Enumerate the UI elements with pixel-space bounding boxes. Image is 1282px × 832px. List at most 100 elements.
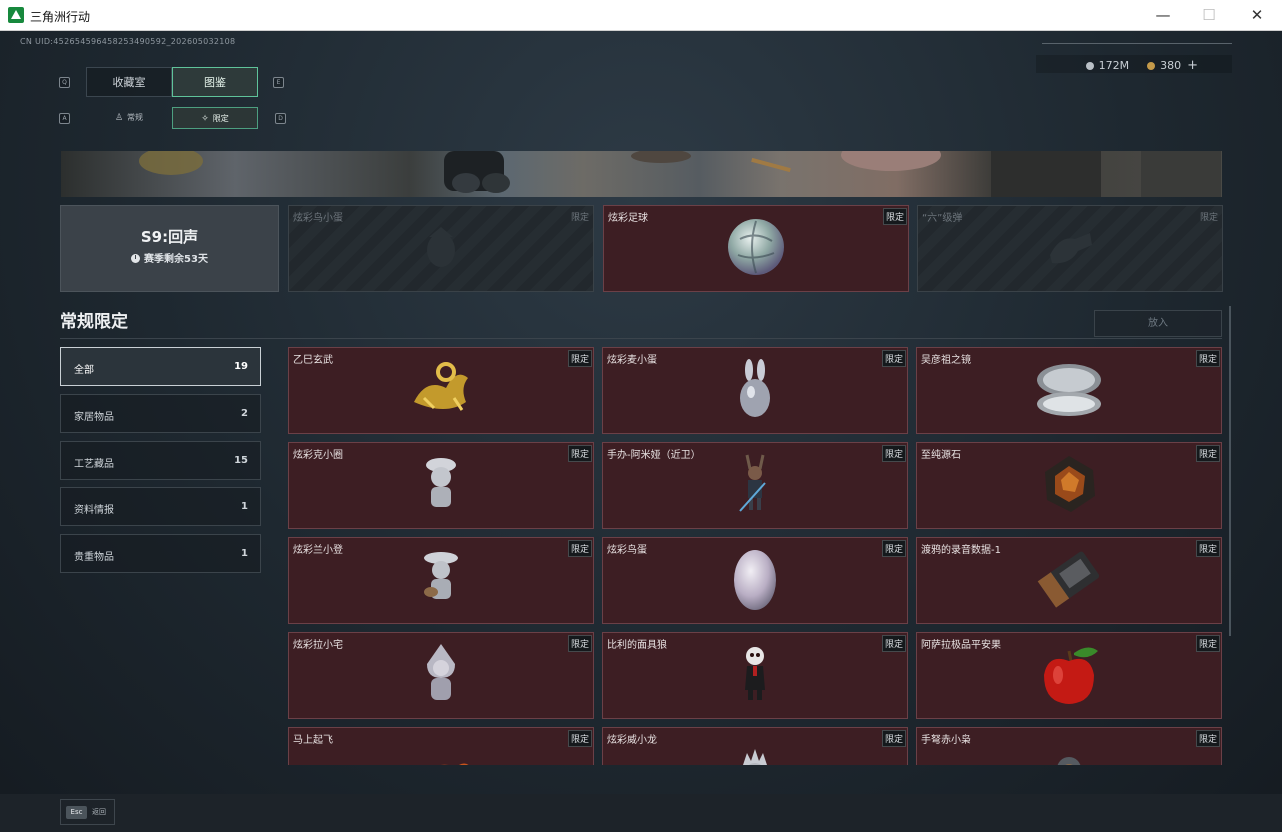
card-name: 比利的面具狼 [607, 640, 667, 651]
category-intel[interactable]: 资料情报 1 [60, 487, 261, 526]
card-name: 吴彦祖之镜 [921, 355, 971, 366]
category-all[interactable]: 全部 19 [60, 347, 261, 386]
category-crafts[interactable]: 工艺藏品 15 [60, 441, 261, 480]
category-label: 贵重物品 [74, 552, 114, 563]
item-card[interactable]: 吴彦祖之镜 限定 [916, 347, 1222, 434]
item-card[interactable]: 炫彩拉小宅 限定 [288, 632, 594, 719]
item-grid: 乙巳玄武 限定 炫彩麦小蛋 限定 吴彦祖之镜 限定 炫彩克小圈 限定 手办-阿米娅（近卫… [280, 339, 1230, 765]
key-d-hint: D [275, 113, 286, 124]
card-name: 炫彩威小龙 [607, 735, 657, 746]
item-card[interactable]: 炫彩威小龙 限定 [602, 727, 908, 765]
item-card[interactable]: 阿萨拉极品平安果 限定 [916, 632, 1222, 719]
amiya-figure-icon [739, 454, 766, 512]
limited-tag: 限定 [567, 730, 592, 747]
category-valuables[interactable]: 贵重物品 1 [60, 534, 261, 573]
card-name: 炫彩兰小登 [293, 545, 343, 556]
put-in-button[interactable]: 放入 [1094, 310, 1222, 337]
card-name: 炫彩克小圈 [293, 450, 343, 461]
item-card[interactable]: 手办-阿米娅（近卫） 限定 [602, 442, 908, 529]
item-card[interactable]: 炫彩鸟蛋 限定 [602, 537, 908, 624]
section-title: 常规限定 [60, 312, 128, 332]
hooded-figure-icon [427, 643, 455, 700]
minimize-button[interactable]: — [1140, 0, 1186, 31]
hand-grenade-silhouette-icon [1050, 232, 1092, 264]
bottom-bar [0, 794, 1282, 832]
card-name: 炫彩麦小蛋 [607, 355, 657, 366]
card-name: 手弩赤小枭 [921, 735, 971, 746]
card-name: 至纯源石 [921, 450, 961, 461]
silver-coin-icon [1085, 62, 1094, 70]
featured-card[interactable]: 炫彩足球 限定 [603, 205, 909, 292]
category-label: 全部 [74, 365, 94, 376]
item-card[interactable]: 乙巳玄武 限定 [288, 347, 594, 434]
window-title: 三角洲行动 [30, 10, 91, 24]
item-card[interactable]: 炫彩麦小蛋 限定 [602, 347, 908, 434]
category-label: 工艺藏品 [74, 459, 114, 470]
limited-tag: 限定 [1195, 730, 1220, 747]
player-uid: CN UID:452654596458253490592_20260503210… [20, 37, 236, 46]
limited-tag: 限定 [567, 540, 592, 557]
category-count: 1 [241, 548, 248, 559]
item-card[interactable]: 至纯源石 限定 [916, 442, 1222, 529]
window-titlebar: 三角洲行动 — ☐ ✕ [0, 0, 1282, 31]
category-count: 2 [241, 408, 248, 419]
add-currency-button[interactable]: + [1187, 58, 1198, 73]
limited-tag: 限定 [567, 635, 592, 652]
flying-horse-icon [439, 763, 469, 765]
limited-tag: 限定 [567, 445, 592, 462]
limited-tag: 限定 [1195, 445, 1220, 462]
limited-tag: 限定 [882, 208, 907, 225]
tab-regular[interactable]: ♙ 常规 [86, 107, 172, 129]
maximize-button[interactable]: ☐ [1186, 0, 1232, 31]
item-card[interactable]: 手弩赤小枭 限定 [916, 727, 1222, 765]
limited-tag: 限定 [881, 730, 906, 747]
card-name: 马上起飞 [293, 735, 333, 746]
category-count: 19 [234, 361, 248, 372]
card-name: 渡鸦的录音数据-1 [921, 545, 1001, 556]
limited-tag: 限定 [1199, 213, 1218, 223]
billy-puppet-icon [745, 646, 765, 700]
iridescent-egg-icon [734, 549, 776, 610]
item-card[interactable]: 炫彩兰小登 限定 [288, 537, 594, 624]
bunny-egg-icon [740, 358, 770, 417]
category-home-items[interactable]: 家居物品 2 [60, 394, 261, 433]
silver-amount: 172M [1098, 59, 1130, 72]
limited-tag: 限定 [1195, 540, 1220, 557]
figure-with-hat-icon [426, 457, 456, 507]
cassette-tape-icon [1037, 551, 1100, 608]
sombrero-figure-icon [424, 551, 458, 599]
card-name: 炫彩拉小宅 [293, 640, 343, 651]
card-name: 乙巳玄武 [293, 355, 333, 366]
regular-icon: ♙ [114, 113, 124, 123]
category-count: 15 [234, 455, 248, 466]
originium-stone-icon [1045, 455, 1095, 512]
grid-scrollbar[interactable] [1229, 306, 1231, 636]
tab-catalog[interactable]: 图鉴 [172, 67, 258, 97]
banner-art [139, 151, 1221, 197]
card-name: 炫彩足球 [608, 213, 648, 224]
season-title: S9:回声 [140, 228, 199, 246]
limited-icon: ✧ [201, 114, 209, 124]
limited-tag: 限定 [881, 635, 906, 652]
limited-tag: 限定 [1195, 350, 1220, 367]
category-label: 资料情报 [74, 505, 114, 516]
close-button[interactable]: ✕ [1234, 0, 1280, 31]
category-label: 家居物品 [74, 412, 114, 423]
item-card[interactable]: 炫彩克小圈 限定 [288, 442, 594, 529]
red-apple-icon [1044, 647, 1098, 704]
back-label: 返回 [92, 808, 106, 816]
card-name: 炫彩鸟蛋 [607, 545, 647, 556]
item-card[interactable]: 渡鸦的录音数据-1 限定 [916, 537, 1222, 624]
tab-collection-room[interactable]: 收藏室 [86, 67, 172, 97]
golden-turtle-icon [414, 361, 468, 411]
gold-amount: 380 [1160, 59, 1182, 72]
showcase-banner [61, 151, 1222, 197]
tab-limited[interactable]: ✧ 限定 [172, 107, 258, 129]
featured-card[interactable]: 炫彩鸟小蛋 限定 [288, 205, 594, 292]
item-card[interactable]: 马上起飞 限定 [288, 727, 594, 765]
item-card[interactable]: 比利的面具狼 限定 [602, 632, 908, 719]
owl-figure-icon [1057, 756, 1081, 765]
featured-card[interactable]: “六”级弹 限定 [917, 205, 1223, 292]
silver-currency: 172M [1085, 59, 1130, 72]
limited-tag: 限定 [567, 350, 592, 367]
